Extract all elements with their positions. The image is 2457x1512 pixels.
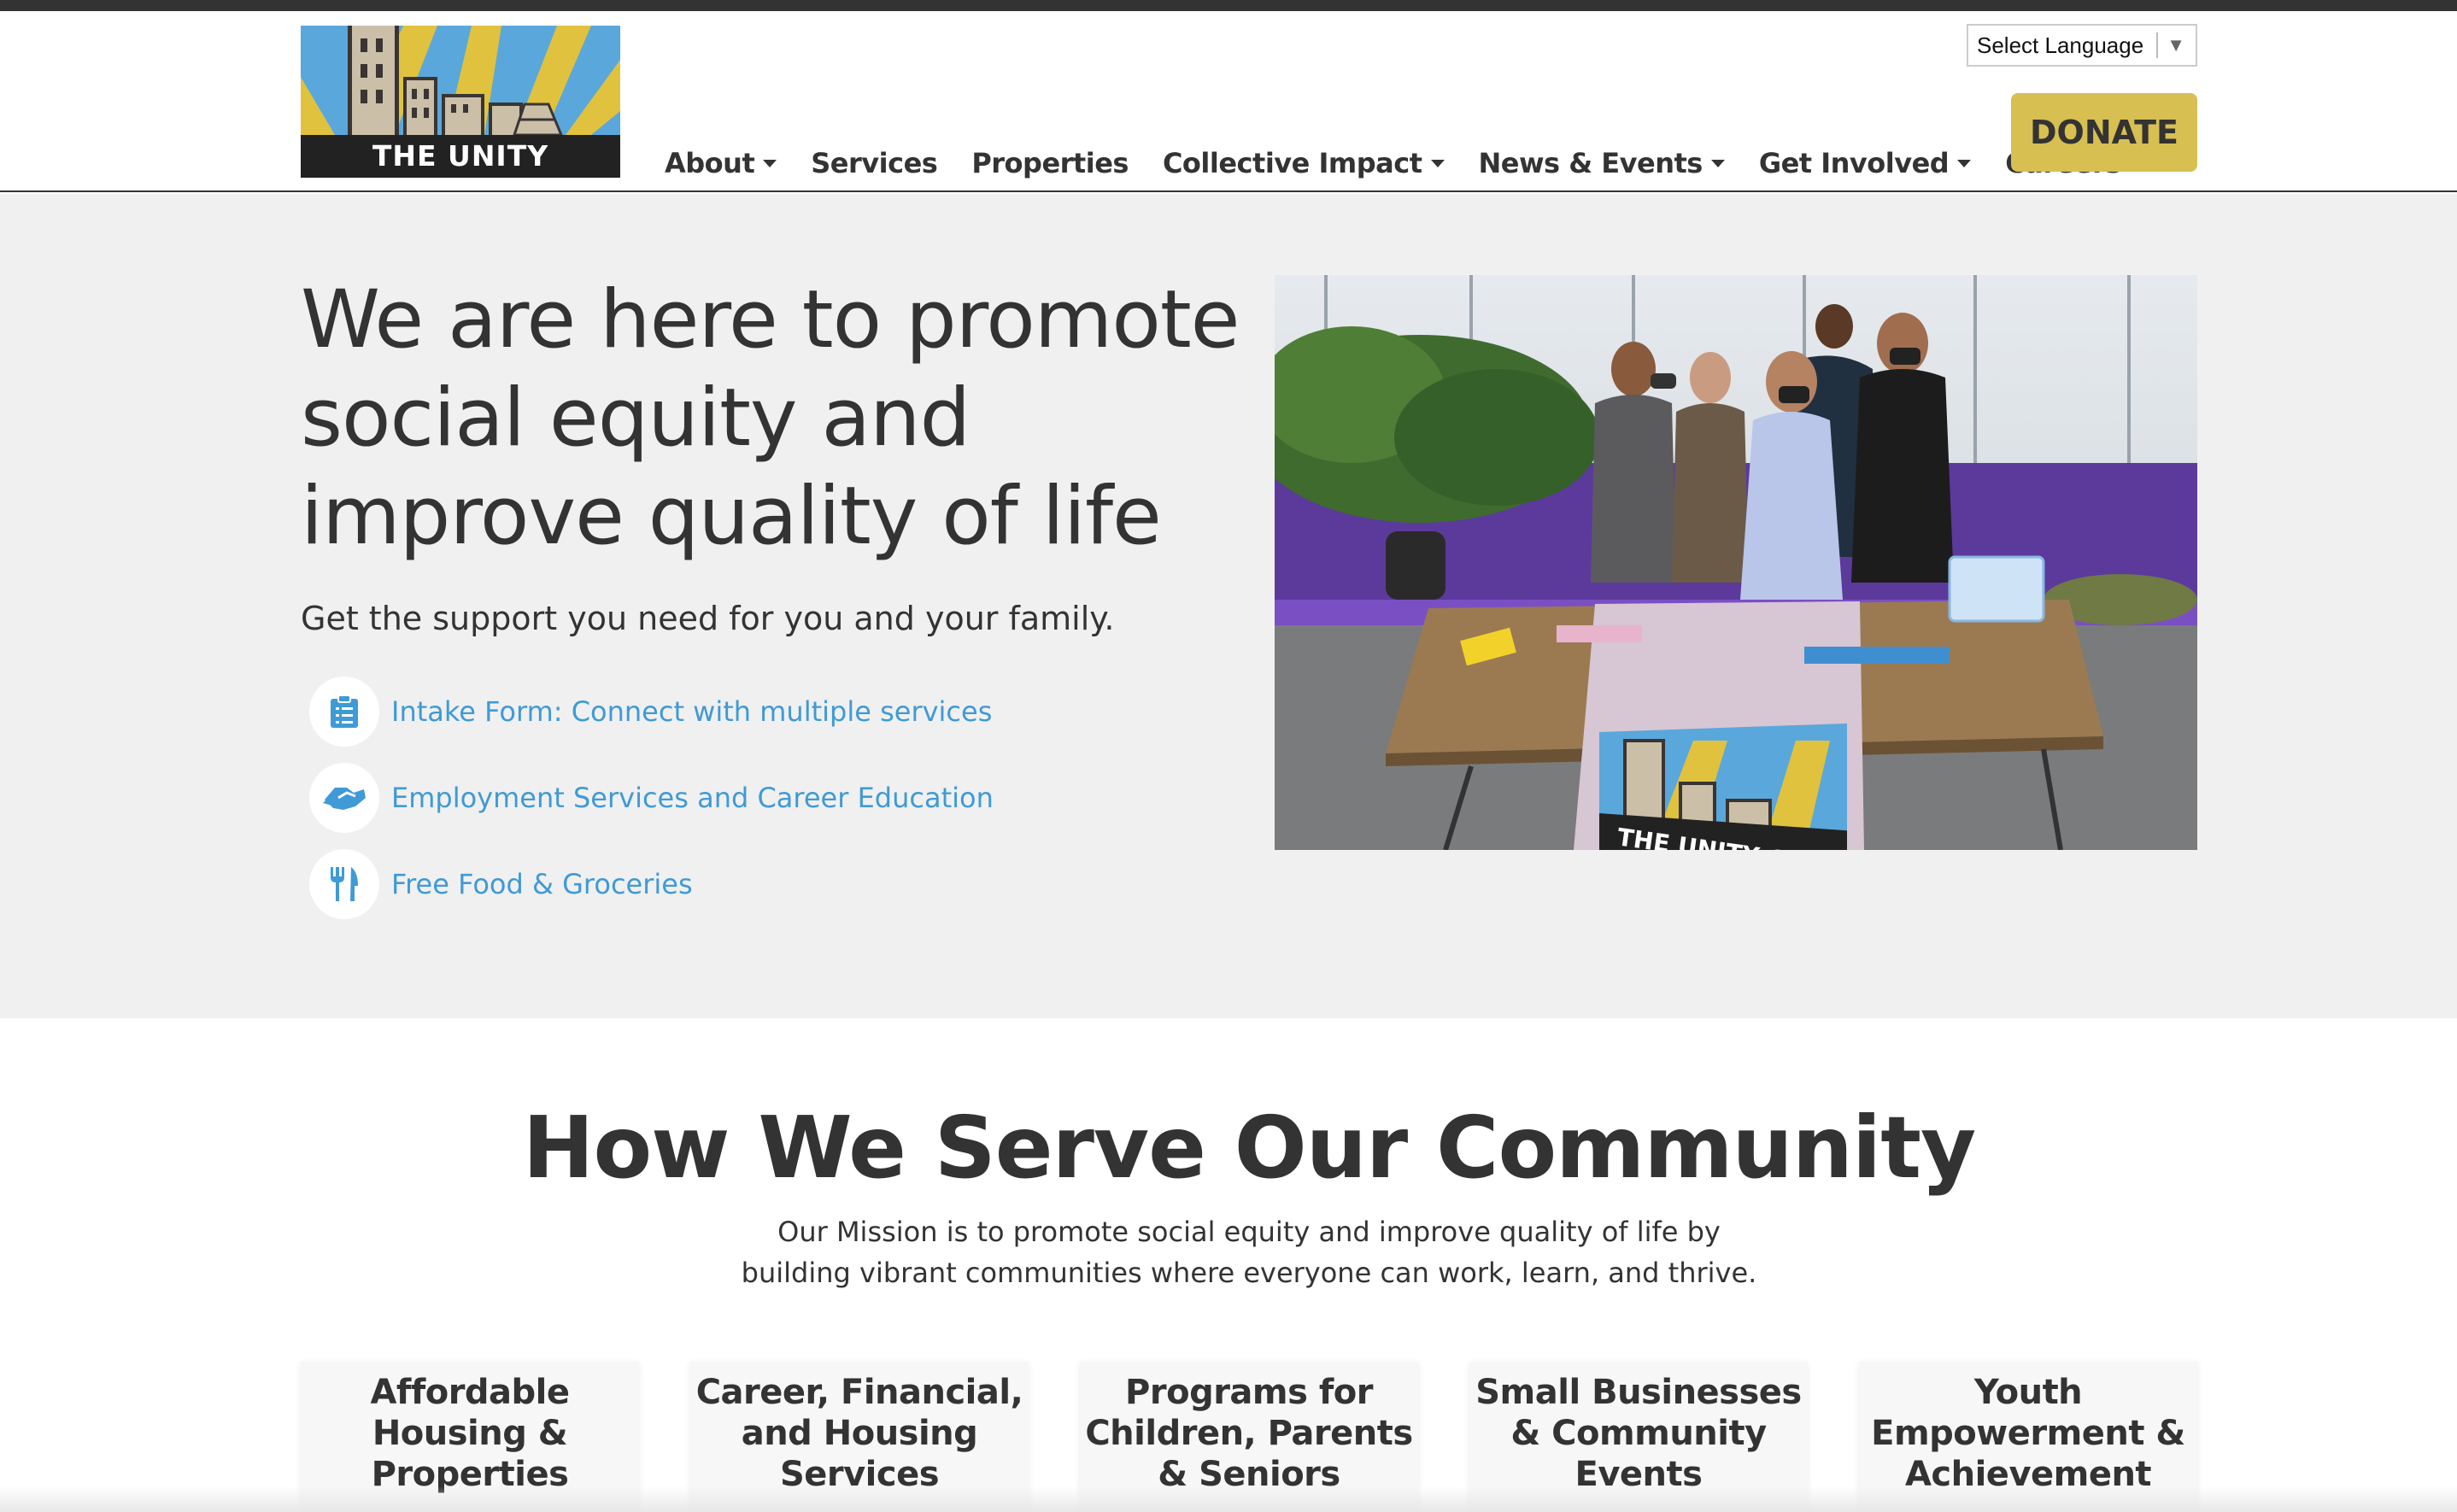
- card-title-line: Youth: [1973, 1373, 2083, 1412]
- donate-button[interactable]: DONATE: [2011, 93, 2197, 172]
- logo-graphic-icon: [301, 26, 620, 135]
- language-select-value: Select Language: [1977, 32, 2144, 58]
- card-title-line: Children, Parents: [1085, 1414, 1413, 1453]
- community-event-photo: THE UNITY COU: [1275, 275, 2197, 850]
- card-title-line: & Community: [1510, 1414, 1767, 1453]
- dropdown-caret-icon: [763, 159, 777, 167]
- dropdown-caret-icon: [1957, 159, 1972, 167]
- nav-item-label: Collective Impact: [1162, 147, 1422, 179]
- card-title-line: and Housing: [741, 1414, 978, 1453]
- main-nav: About Services Properties Collective Imp…: [665, 138, 2155, 189]
- hero-subtitle: Get the support you need for you and you…: [301, 600, 1115, 637]
- utensils-icon: [309, 849, 379, 919]
- quick-link-label: Free Food & Groceries: [391, 868, 693, 900]
- dropdown-caret-icon: [1430, 159, 1445, 167]
- dropdown-caret-icon: [1710, 159, 1725, 167]
- quick-link-label: Employment Services and Career Education: [391, 782, 994, 814]
- mission-statement: Our Mission is to promote social equity …: [0, 1211, 2457, 1293]
- chevron-down-icon: ▼: [2167, 34, 2185, 56]
- logo-text: THE UNITY COUNCIL: [301, 135, 620, 178]
- site-header: THE UNITY COUNCIL Select Language ▼ Abou…: [0, 11, 2457, 192]
- mission-line: Our Mission is to promote social equity …: [777, 1216, 1721, 1248]
- card-title-line: Affordable: [370, 1373, 570, 1412]
- bottom-fade: [0, 1486, 2457, 1512]
- nav-item-get-involved[interactable]: Get Involved: [1758, 147, 1972, 179]
- top-bar: [0, 0, 2457, 11]
- nav-item-label: About: [665, 147, 755, 179]
- quick-link-employment[interactable]: Employment Services and Career Education: [309, 763, 994, 833]
- quick-links: Intake Form: Connect with multiple servi…: [309, 677, 994, 935]
- card-title-line: Housing &: [372, 1414, 568, 1453]
- unity-council-logo[interactable]: THE UNITY COUNCIL: [301, 26, 620, 178]
- quick-link-intake-form[interactable]: Intake Form: Connect with multiple servi…: [309, 677, 994, 747]
- language-select[interactable]: Select Language ▼: [1967, 24, 2197, 67]
- quick-link-label: Intake Form: Connect with multiple servi…: [391, 695, 993, 728]
- card-title-line: Empowerment &: [1871, 1414, 2185, 1453]
- handshake-icon: [309, 763, 379, 833]
- nav-item-properties[interactable]: Properties: [971, 147, 1129, 179]
- quick-link-free-food[interactable]: Free Food & Groceries: [309, 849, 994, 919]
- card-title-line: Programs for: [1125, 1373, 1373, 1412]
- nav-item-services[interactable]: Services: [811, 147, 938, 179]
- card-title-line: Career, Financial,: [695, 1373, 1023, 1412]
- nav-item-label: Services: [811, 147, 938, 179]
- nav-item-about[interactable]: About: [665, 147, 777, 179]
- nav-item-news-events[interactable]: News & Events: [1479, 147, 1725, 179]
- hero-photo: THE UNITY COU: [1275, 275, 2197, 850]
- hero-section: We are here to promote social equity and…: [0, 194, 2457, 1018]
- clipboard-icon: [309, 677, 379, 747]
- serve-title: How We Serve Our Community: [522, 1098, 1976, 1198]
- card-title-line: Small Businesses: [1475, 1373, 1802, 1412]
- mission-line: building vibrant communities where every…: [741, 1257, 1757, 1289]
- hero-title: We are here to promote social equity and…: [301, 273, 1240, 563]
- language-select-divider: [2156, 32, 2158, 58]
- nav-item-label: Get Involved: [1758, 147, 1950, 179]
- nav-item-label: Properties: [971, 147, 1129, 179]
- nav-item-label: News & Events: [1478, 147, 1703, 179]
- nav-item-collective-impact[interactable]: Collective Impact: [1163, 147, 1445, 179]
